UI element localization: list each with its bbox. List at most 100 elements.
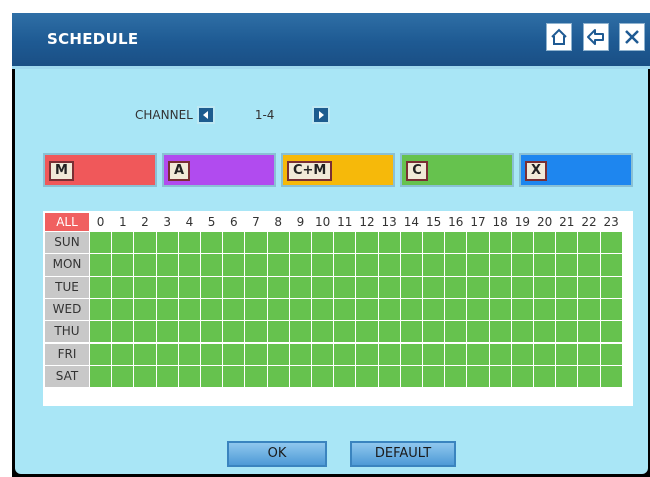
schedule-slot[interactable] (312, 321, 334, 343)
schedule-slot[interactable] (534, 232, 556, 254)
schedule-slot[interactable] (445, 365, 467, 388)
schedule-slot[interactable] (112, 232, 134, 254)
schedule-slot[interactable] (378, 343, 400, 365)
schedule-slot[interactable] (112, 254, 134, 276)
schedule-slot[interactable] (600, 365, 622, 388)
schedule-slot[interactable] (556, 232, 578, 254)
hour-header[interactable]: 9 (290, 213, 311, 231)
schedule-slot[interactable] (423, 343, 445, 365)
schedule-slot[interactable] (489, 343, 511, 365)
schedule-slot[interactable] (178, 321, 200, 343)
schedule-slot[interactable] (378, 321, 400, 343)
schedule-slot[interactable] (201, 343, 223, 365)
schedule-slot[interactable] (178, 254, 200, 276)
hour-header[interactable]: 22 (578, 213, 599, 231)
schedule-slot[interactable] (156, 232, 178, 254)
schedule-slot[interactable] (267, 365, 289, 388)
schedule-slot[interactable] (267, 276, 289, 298)
schedule-slot[interactable] (400, 321, 422, 343)
schedule-slot[interactable] (245, 254, 267, 276)
hour-header[interactable]: 16 (445, 213, 466, 231)
schedule-slot[interactable] (334, 276, 356, 298)
schedule-slot[interactable] (134, 276, 156, 298)
schedule-slot[interactable] (267, 254, 289, 276)
schedule-slot[interactable] (178, 232, 200, 254)
schedule-slot[interactable] (156, 254, 178, 276)
schedule-slot[interactable] (378, 365, 400, 388)
schedule-slot[interactable] (289, 276, 311, 298)
hour-header[interactable]: 20 (534, 213, 555, 231)
schedule-slot[interactable] (578, 232, 600, 254)
schedule-slot[interactable] (289, 343, 311, 365)
schedule-slot[interactable] (534, 365, 556, 388)
schedule-slot[interactable] (356, 321, 378, 343)
hour-header[interactable]: 4 (179, 213, 200, 231)
schedule-slot[interactable] (312, 232, 334, 254)
schedule-slot[interactable] (445, 254, 467, 276)
schedule-slot[interactable] (312, 254, 334, 276)
schedule-slot[interactable] (90, 254, 112, 276)
schedule-slot[interactable] (445, 232, 467, 254)
schedule-slot[interactable] (334, 343, 356, 365)
schedule-slot[interactable] (578, 298, 600, 321)
schedule-slot[interactable] (223, 276, 245, 298)
hour-header[interactable]: 15 (423, 213, 444, 231)
schedule-slot[interactable] (578, 365, 600, 388)
hour-header[interactable]: 10 (312, 213, 333, 231)
mode-x-button[interactable]: X (519, 153, 633, 187)
schedule-slot[interactable] (312, 276, 334, 298)
mode-c-button[interactable]: C (400, 153, 514, 187)
channel-next-button[interactable] (312, 106, 331, 124)
schedule-slot[interactable] (112, 276, 134, 298)
schedule-slot[interactable] (423, 298, 445, 321)
hour-header[interactable]: 18 (490, 213, 511, 231)
hour-header[interactable]: 7 (245, 213, 266, 231)
schedule-slot[interactable] (245, 298, 267, 321)
schedule-slot[interactable] (400, 276, 422, 298)
schedule-slot[interactable] (534, 321, 556, 343)
hour-header[interactable]: 0 (90, 213, 111, 231)
schedule-slot[interactable] (556, 298, 578, 321)
schedule-slot[interactable] (378, 232, 400, 254)
schedule-slot[interactable] (578, 343, 600, 365)
default-button[interactable]: DEFAULT (350, 441, 456, 467)
schedule-slot[interactable] (90, 232, 112, 254)
schedule-slot[interactable] (400, 232, 422, 254)
schedule-slot[interactable] (112, 321, 134, 343)
day-header-wed[interactable]: WED (45, 298, 89, 321)
schedule-slot[interactable] (356, 343, 378, 365)
schedule-slot[interactable] (378, 276, 400, 298)
hour-header[interactable]: 14 (401, 213, 422, 231)
schedule-slot[interactable] (312, 343, 334, 365)
schedule-slot[interactable] (334, 254, 356, 276)
day-header-thu[interactable]: THU (45, 321, 89, 343)
schedule-slot[interactable] (356, 298, 378, 321)
schedule-slot[interactable] (467, 276, 489, 298)
schedule-slot[interactable] (245, 343, 267, 365)
schedule-slot[interactable] (356, 276, 378, 298)
schedule-slot[interactable] (289, 232, 311, 254)
day-header-sun[interactable]: SUN (45, 232, 89, 254)
schedule-slot[interactable] (178, 298, 200, 321)
schedule-slot[interactable] (178, 276, 200, 298)
schedule-slot[interactable] (112, 343, 134, 365)
schedule-slot[interactable] (445, 321, 467, 343)
schedule-slot[interactable] (467, 298, 489, 321)
schedule-slot[interactable] (201, 321, 223, 343)
schedule-slot[interactable] (334, 232, 356, 254)
schedule-slot[interactable] (223, 365, 245, 388)
schedule-slot[interactable] (578, 321, 600, 343)
schedule-slot[interactable] (289, 365, 311, 388)
schedule-slot[interactable] (201, 254, 223, 276)
schedule-slot[interactable] (156, 276, 178, 298)
schedule-slot[interactable] (267, 298, 289, 321)
schedule-slot[interactable] (156, 321, 178, 343)
schedule-slot[interactable] (400, 254, 422, 276)
schedule-slot[interactable] (90, 365, 112, 388)
schedule-slot[interactable] (223, 343, 245, 365)
schedule-slot[interactable] (90, 298, 112, 321)
schedule-slot[interactable] (312, 365, 334, 388)
schedule-slot[interactable] (511, 254, 533, 276)
schedule-slot[interactable] (223, 321, 245, 343)
schedule-slot[interactable] (534, 298, 556, 321)
